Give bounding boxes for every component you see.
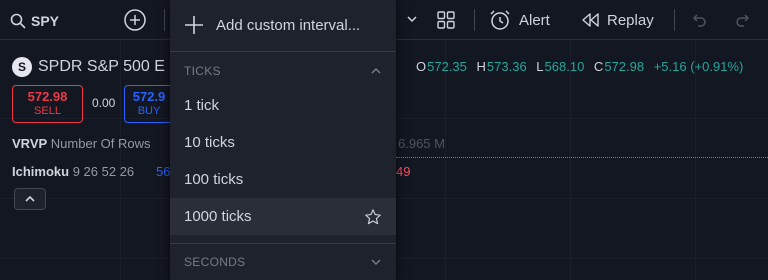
indicator-params: 9 26 52 26	[72, 164, 135, 179]
add-custom-interval-item[interactable]: Add custom interval...	[170, 0, 396, 50]
interval-dropdown-menu: Add custom interval... TICKS 1 tick 10 t…	[170, 0, 396, 280]
rewind-icon	[580, 10, 600, 30]
sell-button[interactable]: 572.98 SELL	[12, 85, 83, 123]
price-line	[396, 157, 768, 158]
high-label: H	[476, 59, 486, 74]
interval-item-10-ticks[interactable]: 10 ticks	[170, 124, 396, 161]
buy-label: BUY	[137, 105, 161, 117]
low-label: L	[536, 59, 544, 74]
alert-button[interactable]: Alert	[488, 8, 550, 32]
sell-price: 572.98	[27, 89, 68, 104]
grid-layout-icon	[436, 10, 456, 30]
section-label: SECONDS	[184, 255, 246, 269]
indicator-name: VRVP	[12, 136, 48, 151]
ichimoku-value-blue: 56	[156, 164, 171, 179]
ohlc-values: O572.35 H573.36 L568.10 C572.98 +5.16 (+…	[416, 59, 749, 74]
replay-label: Replay	[607, 11, 654, 29]
chevron-up-icon	[24, 193, 36, 205]
grid-line	[570, 40, 571, 280]
interval-item-1-tick[interactable]: 1 tick	[170, 87, 396, 124]
alarm-clock-icon	[488, 8, 512, 32]
close-value: 572.98	[604, 59, 645, 74]
compare-symbol-button[interactable]	[123, 8, 147, 32]
alert-label: Alert	[519, 11, 550, 29]
toolbar-divider	[674, 9, 675, 31]
chevron-up-icon	[370, 65, 382, 77]
add-custom-interval-label: Add custom interval...	[216, 16, 361, 34]
open-label: O	[416, 59, 427, 74]
interval-item-1000-ticks[interactable]: 1000 ticks	[170, 198, 396, 235]
redo-icon	[734, 11, 752, 29]
low-value: 568.10	[544, 59, 585, 74]
collapse-legend-button[interactable]	[14, 188, 46, 210]
undo-button[interactable]	[690, 11, 708, 29]
plus-icon	[184, 15, 204, 35]
chart-type-dropdown-button[interactable]	[406, 13, 418, 25]
sell-label: SELL	[34, 105, 61, 117]
indicator-ichimoku[interactable]: Ichimoku 9 26 52 26	[12, 164, 134, 179]
toolbar-divider	[164, 9, 165, 31]
grid-line	[445, 40, 446, 280]
symbol-description: SPDR S&P 500 E	[38, 58, 165, 75]
chevron-down-icon	[370, 256, 382, 268]
section-label: TICKS	[184, 64, 221, 78]
indicator-name: Ichimoku	[12, 164, 70, 179]
search-icon	[10, 13, 26, 29]
ichimoku-value-red: 49	[396, 164, 411, 179]
undo-icon	[690, 11, 708, 29]
layout-button[interactable]	[436, 10, 456, 30]
favorite-star-button[interactable]	[364, 208, 382, 226]
change-value: +5.16 (+0.91%)	[653, 59, 744, 74]
section-header-ticks[interactable]: TICKS	[170, 55, 396, 87]
symbol-search-button[interactable]: SPY	[10, 10, 59, 32]
symbol-legend[interactable]: S SPDR S&P 500 E	[12, 57, 165, 77]
plus-circle-icon	[123, 8, 147, 32]
buy-price: 572.9	[132, 89, 166, 104]
menu-divider	[170, 243, 396, 244]
buy-button[interactable]: 572.9 BUY	[124, 85, 174, 123]
close-label: C	[593, 59, 604, 74]
chevron-down-icon	[406, 13, 418, 25]
section-header-seconds[interactable]: SECONDS	[170, 246, 396, 278]
symbol-logo: S	[12, 57, 32, 77]
grid-line	[695, 40, 696, 280]
vrvp-value: 6.965 M	[398, 136, 445, 151]
replay-button[interactable]: Replay	[580, 10, 654, 30]
indicator-vrvp[interactable]: VRVP Number Of Rows	[12, 136, 151, 151]
high-value: 573.36	[486, 59, 527, 74]
menu-divider	[170, 51, 396, 52]
interval-item-100-ticks[interactable]: 100 ticks	[170, 161, 396, 198]
redo-button[interactable]	[734, 11, 752, 29]
star-icon	[364, 208, 382, 226]
spread-value: 0.00	[92, 96, 116, 110]
interval-item-label: 100 ticks	[184, 171, 244, 188]
interval-item-label: 10 ticks	[184, 134, 235, 151]
toolbar-divider	[474, 9, 475, 31]
interval-item-label: 1 tick	[184, 97, 220, 114]
indicator-params: Number Of Rows	[50, 136, 151, 151]
open-value: 572.35	[427, 59, 467, 74]
symbol-label: SPY	[31, 13, 60, 29]
interval-item-label: 1000 ticks	[184, 208, 252, 225]
